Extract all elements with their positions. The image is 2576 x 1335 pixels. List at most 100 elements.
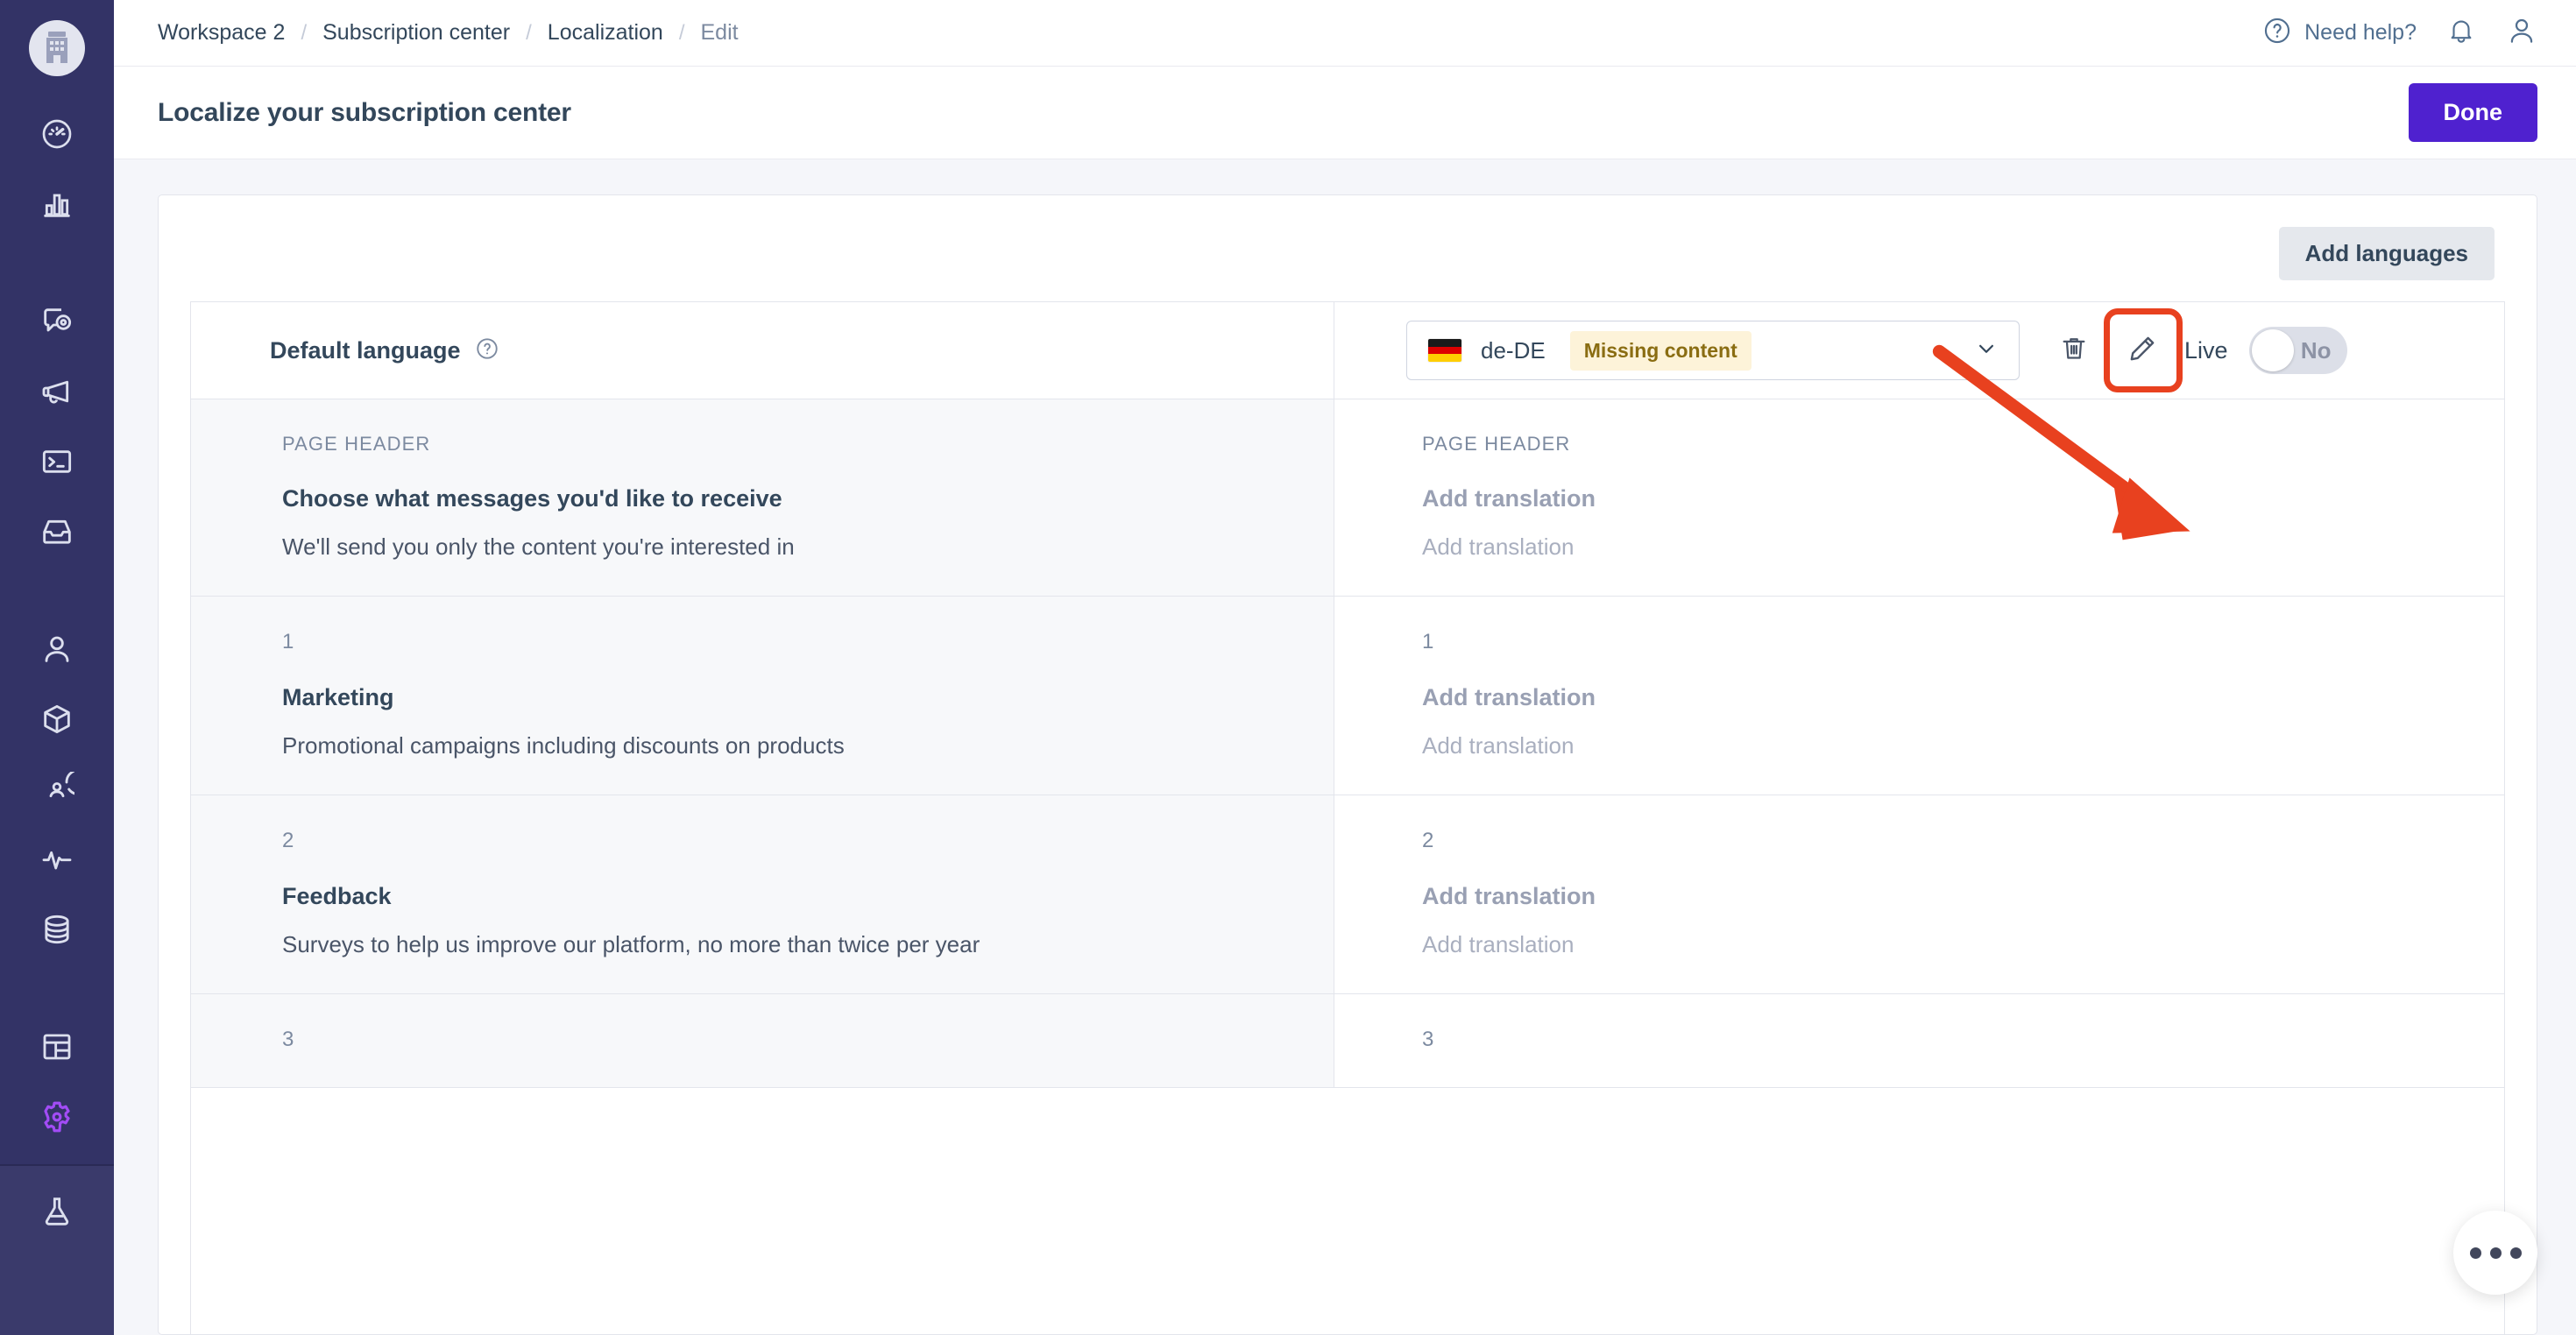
delete-language-button[interactable]	[2049, 326, 2098, 375]
card-toolbar: Add languages	[190, 218, 2505, 301]
add-translation-subtitle-link[interactable]: Add translation	[1422, 533, 2504, 561]
row-title: Marketing	[282, 684, 394, 710]
done-button[interactable]: Done	[2408, 83, 2537, 142]
chevron-down-icon	[1973, 336, 1999, 366]
sidebar-item-labs[interactable]	[0, 1176, 114, 1247]
sidebar-item-marketing[interactable]	[0, 357, 114, 427]
live-toggle[interactable]: No	[2248, 327, 2347, 374]
table-row: PAGE HEADER Choose what messages you'd l…	[191, 399, 2504, 597]
localization-card: Add languages Default language de-DE Mis…	[158, 194, 2537, 1335]
app-root: Workspace 2 / Subscription center / Loca…	[0, 0, 2576, 1335]
user-avatar-icon	[2506, 15, 2537, 51]
row-subtitle: Promotional campaigns including discount…	[282, 732, 845, 759]
sidebar-item-accounts[interactable]	[0, 754, 114, 824]
flask-icon	[39, 1194, 74, 1229]
trash-icon	[2059, 334, 2089, 368]
account-button[interactable]	[2506, 15, 2537, 51]
sidebar-item-dashboard[interactable]	[0, 99, 114, 169]
breadcrumb: Workspace 2 / Subscription center / Loca…	[158, 20, 739, 46]
pencil-icon	[2127, 333, 2158, 369]
page-title: Localize your subscription center	[158, 97, 571, 127]
row-index: 1	[1422, 630, 1434, 653]
add-translation-title-link[interactable]: Add translation	[1422, 883, 2504, 910]
breadcrumb-item-subscription-center[interactable]: Subscription center	[322, 20, 510, 46]
add-translation-subtitle-link[interactable]: Add translation	[1422, 931, 2504, 958]
add-translation-title-link[interactable]: Add translation	[1422, 485, 2504, 512]
table-row: 2 Feedback Surveys to help us improve ou…	[191, 795, 2504, 994]
sidebar-item-reports[interactable]	[0, 169, 114, 239]
sidebar-item-settings[interactable]	[0, 1082, 114, 1152]
notifications-button[interactable]	[2446, 16, 2476, 50]
bar-chart-icon	[39, 187, 74, 222]
language-controls-cell: de-DE Missing content Live No	[1334, 302, 2504, 399]
translation-cell: 1 Add translation Add translation	[1334, 597, 2504, 795]
sidebar-nav-engage	[0, 286, 114, 567]
language-select[interactable]: de-DE Missing content	[1406, 321, 2020, 380]
megaphone-icon	[39, 374, 74, 409]
row-subtitle: Surveys to help us improve our platform,…	[282, 931, 980, 957]
user-circle-icon	[39, 772, 74, 807]
live-label: Live	[2184, 336, 2228, 364]
row-index: 3	[1422, 1028, 1434, 1051]
layout-icon	[39, 1029, 74, 1064]
database-icon	[39, 912, 74, 947]
workspace-logo[interactable]	[29, 20, 85, 76]
row-index: 2	[282, 829, 294, 852]
need-help-button[interactable]: Need help?	[2262, 16, 2417, 50]
breadcrumb-item-localization[interactable]: Localization	[548, 20, 663, 46]
source-cell: 2 Feedback Surveys to help us improve ou…	[191, 795, 1334, 993]
sidebar-item-contacts[interactable]	[0, 614, 114, 684]
flag-de-icon	[1428, 339, 1461, 362]
more-horizontal-icon-dot	[2509, 1247, 2522, 1259]
top-bar: Workspace 2 / Subscription center / Loca…	[114, 0, 2576, 67]
pulse-icon	[39, 842, 74, 877]
sidebar-item-data[interactable]	[0, 894, 114, 964]
edit-pencil-button[interactable]	[2104, 308, 2183, 392]
translation-cell: PAGE HEADER Add translation Add translat…	[1334, 399, 2504, 596]
language-row-actions: Live No	[2020, 308, 2347, 392]
row-title: Feedback	[282, 883, 392, 909]
sidebar-item-templates[interactable]	[0, 1012, 114, 1082]
sidebar-nav-primary	[0, 99, 114, 239]
more-horizontal-icon-dot	[2489, 1247, 2502, 1259]
sidebar-item-conversations[interactable]	[0, 286, 114, 357]
row-subtitle: We'll send you only the content you're i…	[282, 533, 795, 560]
gear-icon	[39, 1098, 75, 1135]
breadcrumb-item-edit: Edit	[700, 20, 739, 45]
table-row: 3 3	[191, 994, 2504, 1088]
row-title: Choose what messages you'd like to recei…	[282, 485, 782, 512]
question-circle-icon[interactable]	[475, 336, 499, 365]
sidebar-item-products[interactable]	[0, 684, 114, 754]
add-translation-title-link[interactable]: Add translation	[1422, 684, 2504, 711]
row-eyebrow: PAGE HEADER	[282, 433, 431, 455]
chat-target-icon	[39, 304, 74, 339]
breadcrumb-item-workspace[interactable]: Workspace 2	[158, 20, 285, 46]
breadcrumb-separator: /	[526, 20, 532, 45]
toggle-value: No	[2300, 336, 2332, 364]
row-index: 1	[282, 630, 294, 653]
more-options-fab[interactable]	[2453, 1211, 2537, 1295]
table-row: 1 Marketing Promotional campaigns includ…	[191, 597, 2504, 795]
source-cell: 3	[191, 994, 1334, 1087]
main-region: Workspace 2 / Subscription center / Loca…	[114, 0, 2576, 1335]
page-header-bar: Localize your subscription center Done	[114, 67, 2576, 159]
sidebar-item-developer[interactable]	[0, 427, 114, 497]
language-code: de-DE	[1481, 336, 1546, 364]
add-languages-button[interactable]: Add languages	[2278, 227, 2495, 280]
sidebar	[0, 0, 114, 1335]
default-language-label: Default language	[270, 336, 461, 364]
gauge-dashboard-icon	[39, 117, 74, 152]
translation-cell: 3	[1334, 994, 2504, 1087]
sidebar-nav-settings	[0, 1012, 114, 1152]
user-icon	[39, 632, 74, 667]
add-translation-subtitle-link[interactable]: Add translation	[1422, 732, 2504, 759]
sidebar-item-activity[interactable]	[0, 824, 114, 894]
sidebar-item-inbox[interactable]	[0, 497, 114, 567]
cube-icon	[39, 702, 74, 737]
terminal-icon	[39, 444, 74, 479]
inbox-icon	[39, 514, 74, 549]
row-index: 3	[282, 1028, 294, 1051]
bell-icon	[2446, 16, 2476, 50]
toggle-knob	[2251, 329, 2294, 371]
building-icon	[43, 30, 71, 67]
